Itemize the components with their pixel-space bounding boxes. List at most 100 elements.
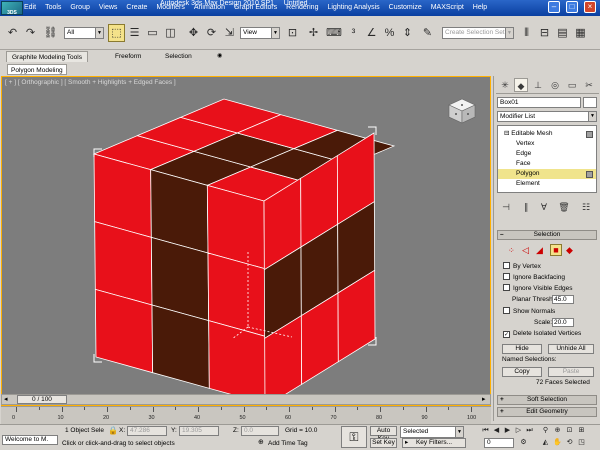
cube-mesh[interactable]	[2, 77, 491, 406]
show-normals-checkbox[interactable]: Show Normals	[503, 307, 555, 317]
undo-icon[interactable]: ↶	[4, 24, 21, 42]
layer-manager-icon[interactable]: ▤	[554, 24, 571, 42]
time-slider-thumb[interactable]: 0 / 100	[17, 395, 67, 404]
select-by-name-icon[interactable]: ☰	[126, 24, 143, 42]
stack-toggle-icon[interactable]	[586, 131, 593, 138]
menu-create[interactable]: Create	[126, 2, 147, 15]
orbit-icon[interactable]: ⟲	[564, 438, 575, 448]
face-level-icon[interactable]: ◢	[536, 245, 543, 256]
zoom-icon[interactable]: ⚲	[540, 426, 551, 436]
set-key-button[interactable]: Set Key	[370, 438, 397, 448]
stack-item-editable-mesh[interactable]: ⊟ Editable Mesh	[498, 129, 596, 139]
prev-frame-button-icon[interactable]: ◀	[491, 426, 502, 436]
z-coordinate-field[interactable]: 0.0	[241, 426, 279, 436]
time-tag-icon[interactable]: ⊕	[258, 438, 264, 446]
auto-key-button[interactable]: Auto Key	[370, 426, 397, 442]
prev-frame-icon[interactable]: ◂	[4, 395, 8, 404]
stack-item-vertex[interactable]: Vertex	[498, 139, 596, 149]
go-to-end-icon[interactable]: ⏭	[524, 426, 535, 436]
named-selection-sets-dropdown[interactable]: Create Selection Set ▼	[442, 27, 514, 39]
scale-spinner[interactable]: 20.0	[552, 318, 574, 327]
utilities-tab-icon[interactable]: ✂	[582, 78, 596, 92]
lock-selection-icon[interactable]: 🔒	[108, 426, 118, 435]
selection-filter-dropdown[interactable]: All ▼	[64, 27, 104, 39]
menu-edit[interactable]: Edit	[24, 2, 36, 15]
time-config-icon[interactable]: ⚙	[518, 438, 529, 448]
pan-icon[interactable]: ✋	[552, 438, 563, 448]
menu-lighting-analysis[interactable]: Lighting Analysis	[327, 2, 379, 15]
configure-modifier-sets-icon[interactable]: ☷	[579, 200, 593, 214]
selection-set-dropdown[interactable]: Selected ▼	[400, 426, 464, 438]
next-frame-icon[interactable]: ▸	[482, 395, 486, 404]
field-of-view-icon[interactable]: ◭	[540, 438, 551, 448]
maxscript-listener[interactable]: Welcome to M.	[2, 435, 58, 445]
perspective-viewport[interactable]: [ + ] [ Orthographic ] [ Smooth + Highli…	[1, 76, 491, 406]
move-icon[interactable]: ✥	[185, 24, 202, 42]
current-frame-field[interactable]: 0	[484, 438, 514, 448]
ignore-backfacing-checkbox[interactable]: Ignore Backfacing	[503, 273, 565, 283]
menu-help[interactable]: Help	[473, 2, 487, 15]
hide-button[interactable]: Hide	[502, 344, 542, 354]
remove-modifier-icon[interactable]: 🗑	[557, 200, 571, 214]
modifier-stack[interactable]: ⊟ Editable Mesh Vertex Edge Face Polygon Elem…	[497, 125, 597, 193]
planar-thresh-spinner[interactable]: 45.0	[552, 295, 574, 304]
play-icon[interactable]: ▶	[502, 426, 513, 436]
ribbon-options-icon[interactable]: ◉	[212, 51, 227, 62]
tab-freeform[interactable]: Freeform	[110, 51, 146, 62]
add-time-tag[interactable]: Add Time Tag	[268, 440, 308, 447]
zoom-extents-icon[interactable]: ⊡	[564, 426, 575, 436]
make-unique-icon[interactable]: ∀	[537, 200, 551, 214]
object-color-swatch[interactable]	[583, 97, 597, 108]
soft-selection-rollout-header[interactable]: + Soft Selection	[497, 395, 597, 405]
edit-named-selection-icon[interactable]: ✎	[419, 24, 436, 42]
keyboard-shortcut-icon[interactable]: ⌨	[325, 24, 342, 42]
polygon-level-icon[interactable]: ■	[550, 244, 562, 256]
by-vertex-checkbox[interactable]: By Vertex	[503, 262, 541, 272]
stack-item-polygon[interactable]: Polygon	[498, 169, 596, 179]
tab-polygon-modeling[interactable]: Polygon Modeling	[7, 64, 67, 75]
key-filters-button[interactable]: ▸ Key Filters...	[402, 438, 466, 448]
zoom-all-icon[interactable]: ⊕	[552, 426, 563, 436]
reference-coordinate-dropdown[interactable]: View ▼	[240, 27, 280, 39]
next-frame-button-icon[interactable]: ▷	[513, 426, 524, 436]
redo-icon[interactable]: ↷	[22, 24, 39, 42]
menu-maxscript[interactable]: MAXScript	[431, 2, 464, 15]
mirror-icon[interactable]: ⫴	[518, 24, 535, 42]
menu-customize[interactable]: Customize	[389, 2, 422, 15]
motion-tab-icon[interactable]: ◎	[548, 78, 562, 92]
menu-views[interactable]: Views	[99, 2, 118, 15]
pin-stack-icon[interactable]: ⊣	[499, 200, 513, 214]
rectangle-selection-icon[interactable]: ▭	[144, 24, 161, 42]
object-name-field[interactable]: Box01	[497, 97, 581, 108]
pivot-center-icon[interactable]: ⊡	[284, 24, 301, 42]
x-coordinate-field[interactable]: 47.286	[127, 426, 167, 436]
edge-level-icon[interactable]: ◁	[522, 245, 529, 256]
set-key-icon[interactable]: ⚿	[341, 426, 367, 448]
tab-selection[interactable]: Selection	[160, 51, 197, 62]
zoom-extents-all-icon[interactable]: ⊞	[576, 426, 587, 436]
graphite-toggle-icon[interactable]: ▦	[572, 24, 589, 42]
rotate-icon[interactable]: ⟳	[203, 24, 220, 42]
time-slider[interactable]: ◂ 0 / 100 ▸	[1, 394, 491, 405]
show-end-result-icon[interactable]: ∥	[519, 200, 533, 214]
select-and-link-icon[interactable]: ⛓	[42, 24, 59, 42]
align-icon[interactable]: ⊟	[536, 24, 553, 42]
select-manipulate-icon[interactable]: ✢	[305, 24, 322, 42]
display-tab-icon[interactable]: ▭	[565, 78, 579, 92]
unhide-all-button[interactable]: Unhide All	[548, 344, 594, 354]
maximize-viewport-icon[interactable]: ◳	[576, 438, 587, 448]
create-tab-icon[interactable]: ✳	[498, 78, 512, 92]
element-level-icon[interactable]: ◆	[566, 245, 573, 256]
menu-tools[interactable]: Tools	[45, 2, 61, 15]
y-coordinate-field[interactable]: 19.305	[179, 426, 219, 436]
spinner-snap-icon[interactable]: ⇕	[399, 24, 416, 42]
menu-group[interactable]: Group	[70, 2, 89, 15]
track-bar[interactable]: 0 10 20 30 40 50 60 70 80 90 100	[1, 406, 491, 424]
stack-item-edge[interactable]: Edge	[498, 149, 596, 159]
close-icon[interactable]: ×	[584, 1, 596, 13]
window-crossing-icon[interactable]: ◫	[162, 24, 179, 42]
stack-item-element[interactable]: Element	[498, 179, 596, 189]
maximize-icon[interactable]: □	[566, 1, 578, 13]
tab-graphite-modeling-tools[interactable]: Graphite Modeling Tools	[6, 51, 88, 62]
percent-snap-icon[interactable]: %	[381, 24, 398, 42]
